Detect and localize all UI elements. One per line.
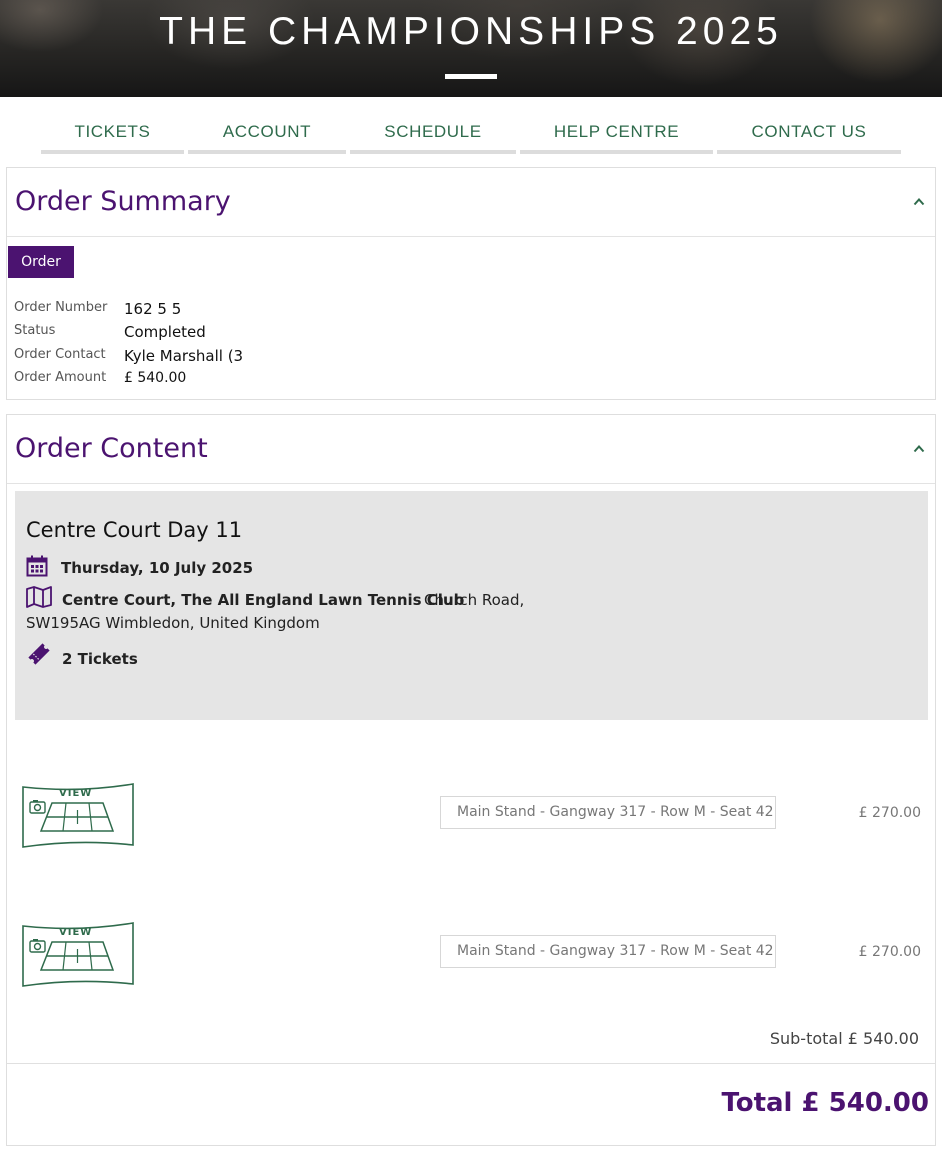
view-label: VIEW — [59, 788, 92, 799]
order-summary-panel: Order Summary Order Order Number 162 5 5… — [6, 167, 936, 400]
order-number-label: Order Number — [14, 300, 108, 315]
order-tab[interactable]: Order — [8, 246, 74, 278]
view-label: VIEW — [59, 927, 92, 938]
map-icon — [26, 586, 52, 608]
event-address-line2: SW195AG Wimbledon, United Kingdom — [26, 614, 320, 632]
order-contact-label: Order Contact — [14, 347, 106, 362]
order-amount-label: Order Amount — [14, 370, 107, 385]
ticket-price: £ 270.00 — [858, 805, 921, 821]
chevron-up-icon[interactable] — [913, 443, 925, 455]
event-address-line1: Church Road, — [424, 591, 525, 609]
chevron-up-icon[interactable] — [913, 196, 925, 208]
status-label: Status — [14, 323, 56, 338]
order-summary-header[interactable]: Order Summary — [7, 168, 935, 237]
seat-field[interactable]: Main Stand - Gangway 317 - Row M - Seat … — [440, 796, 776, 829]
ticket-price: £ 270.00 — [858, 944, 921, 960]
event-date: Thursday, 10 July 2025 — [61, 559, 254, 577]
tab-schedule[interactable]: SCHEDULE — [350, 122, 516, 154]
event-venue: Centre Court, The All England Lawn Tenni… — [62, 591, 465, 609]
order-contact-value: Kyle Marshall (3 — [124, 347, 244, 365]
ticket-count: 2 Tickets — [62, 650, 138, 668]
title-underline — [445, 74, 497, 79]
ticket-icon — [28, 643, 50, 665]
order-content-header[interactable]: Order Content — [7, 415, 935, 484]
event-title: Centre Court Day 11 — [26, 518, 243, 542]
header-banner: THE CHAMPIONSHIPS 2025 — [0, 0, 942, 97]
order-number-value: 162 5 5 — [124, 300, 182, 318]
seat-field[interactable]: Main Stand - Gangway 317 - Row M - Seat … — [440, 935, 776, 968]
order-content-title: Order Content — [15, 433, 208, 464]
divider — [7, 1063, 935, 1064]
total: Total £ 540.00 — [721, 1088, 929, 1118]
tab-account[interactable]: ACCOUNT — [188, 122, 346, 154]
calendar-icon — [26, 555, 48, 577]
event-card: Centre Court Day 11 Thursday, 10 July 20… — [15, 491, 928, 720]
view-seat-icon[interactable]: VIEW — [21, 783, 135, 849]
tab-contact-us[interactable]: CONTACT US — [717, 122, 901, 154]
page-title: THE CHAMPIONSHIPS 2025 — [159, 10, 783, 53]
main-nav: TICKETS ACCOUNT SCHEDULE HELP CENTRE CON… — [0, 97, 942, 157]
tab-help-centre[interactable]: HELP CENTRE — [520, 122, 713, 154]
order-content-panel: Order Content Centre Court Day 11 Thursd… — [6, 414, 936, 1146]
view-seat-icon[interactable]: VIEW — [21, 922, 135, 988]
subtotal: Sub-total £ 540.00 — [769, 1029, 919, 1048]
order-summary-title: Order Summary — [15, 186, 231, 217]
tab-tickets[interactable]: TICKETS — [41, 122, 184, 154]
order-amount-value: £ 540.00 — [124, 370, 187, 386]
status-value: Completed — [124, 323, 206, 341]
